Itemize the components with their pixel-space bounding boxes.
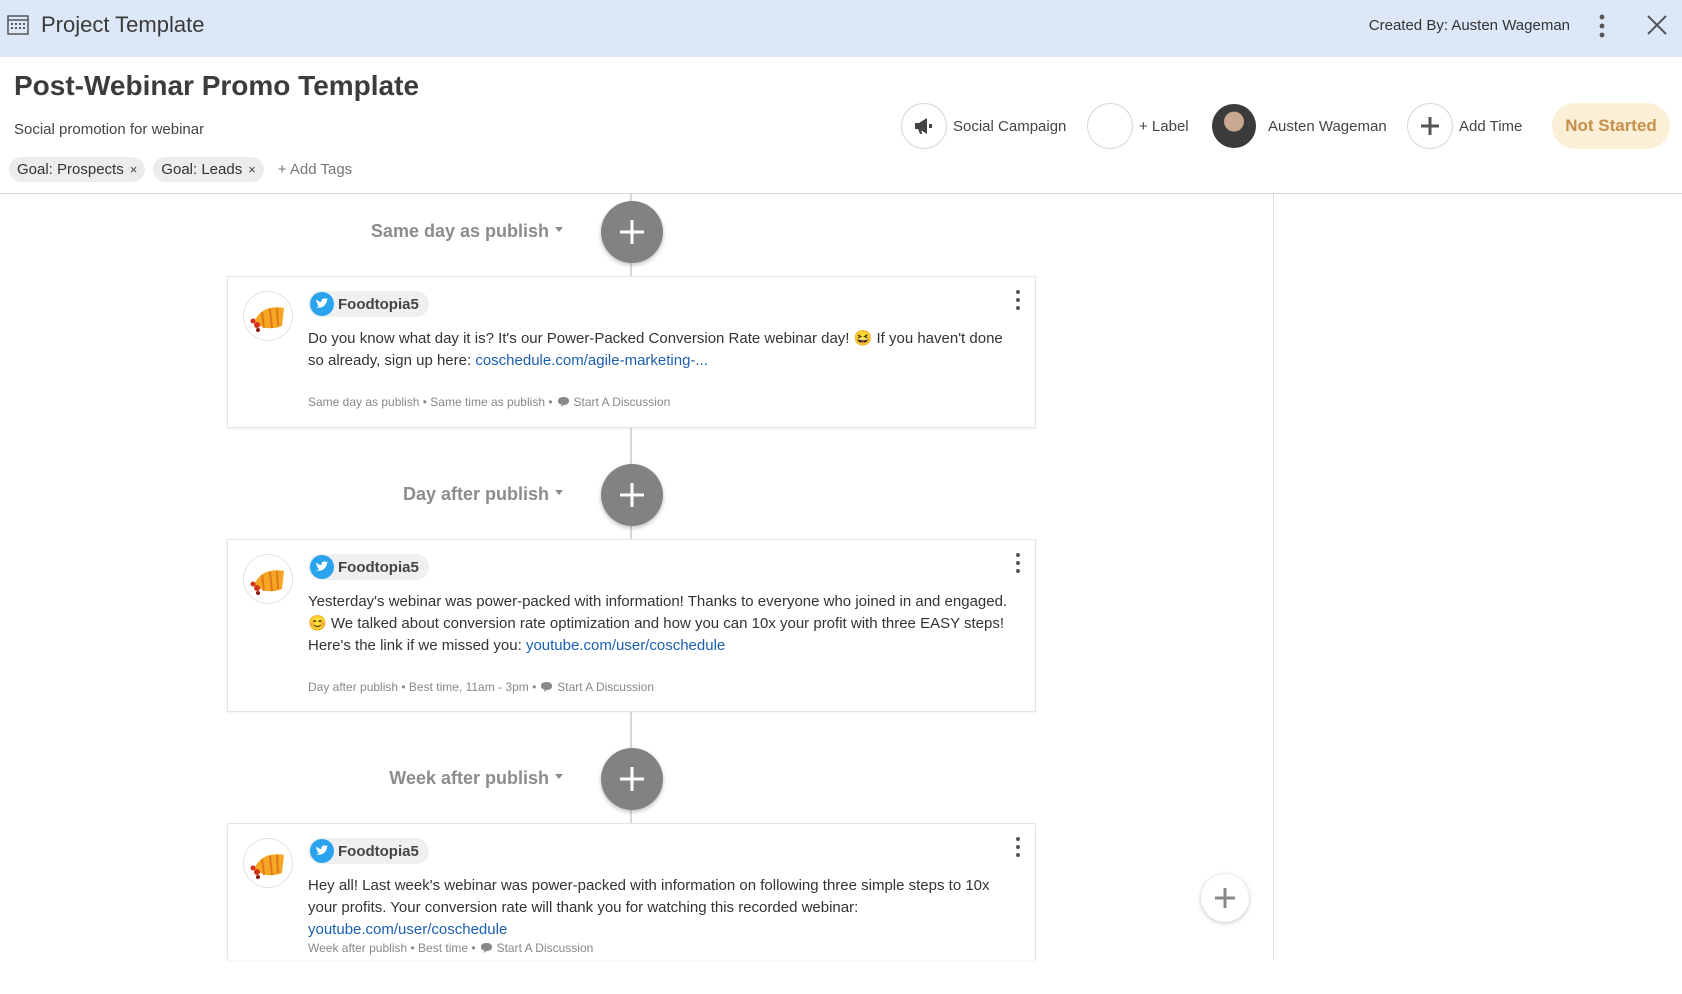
add-message-button[interactable] bbox=[601, 201, 663, 263]
more-options-icon[interactable] bbox=[1013, 836, 1023, 858]
plus-icon bbox=[620, 483, 644, 507]
project-title[interactable]: Post-Webinar Promo Template bbox=[14, 70, 419, 102]
cornucopia-logo-icon bbox=[250, 570, 284, 595]
post-link[interactable]: youtube.com/user/coschedule bbox=[526, 637, 725, 654]
tag-label: Goal: Prospects bbox=[17, 160, 124, 178]
campaign-type-label: Social Campaign bbox=[953, 117, 1067, 135]
timeline-section: Same day as publish bbox=[0, 201, 680, 265]
post-text[interactable]: Do you know what day it is? It's our Pow… bbox=[308, 328, 1018, 372]
comment-icon bbox=[480, 943, 492, 953]
add-tags-button[interactable]: + Add Tags bbox=[278, 161, 352, 178]
title-bar: Project Template Created By: Austen Wage… bbox=[0, 0, 1682, 57]
header-divider bbox=[0, 193, 1682, 194]
post-link[interactable]: youtube.com/user/coschedule bbox=[308, 921, 507, 938]
owner-button[interactable]: Austen Wageman bbox=[1212, 103, 1387, 149]
twitter-icon bbox=[310, 839, 334, 863]
timeline-section: Week after publish bbox=[0, 748, 680, 812]
section-heading-dropdown[interactable]: Week after publish bbox=[389, 768, 563, 789]
caret-down-icon bbox=[555, 227, 563, 232]
plus-icon bbox=[1215, 888, 1235, 908]
add-label-button[interactable]: + Label bbox=[1087, 103, 1189, 149]
plus-icon bbox=[1421, 117, 1439, 135]
tag-chip[interactable]: Goal: Prospects × bbox=[9, 156, 146, 182]
more-options-icon[interactable] bbox=[1013, 552, 1023, 574]
tag-chip[interactable]: Goal: Leads × bbox=[153, 156, 264, 182]
project-description[interactable]: Social promotion for webinar bbox=[14, 121, 204, 138]
post-timing: Same day as publish • Same time as publi… bbox=[308, 395, 553, 409]
post-text[interactable]: Yesterday's webinar was power-packed wit… bbox=[308, 591, 1018, 657]
cornucopia-logo-icon bbox=[250, 307, 284, 332]
start-discussion-link[interactable]: Start A Discussion bbox=[574, 395, 671, 409]
status-badge[interactable]: Not Started bbox=[1552, 103, 1670, 149]
panel-divider bbox=[1273, 194, 1274, 960]
megaphone-icon bbox=[915, 118, 932, 134]
account-name: Foodtopia5 bbox=[338, 842, 419, 860]
section-heading: Day after publish bbox=[402, 484, 549, 504]
label-color-swatch bbox=[1087, 103, 1133, 149]
add-time-label: Add Time bbox=[1459, 117, 1523, 135]
post-footer: Day after publish • Best time, 11am - 3p… bbox=[308, 680, 654, 694]
more-options-icon[interactable] bbox=[1013, 289, 1023, 311]
add-message-button[interactable] bbox=[601, 464, 663, 526]
remove-tag-icon[interactable]: × bbox=[130, 162, 138, 177]
close-icon[interactable] bbox=[1646, 14, 1668, 36]
twitter-icon bbox=[310, 555, 334, 579]
cornucopia-logo-icon bbox=[250, 854, 284, 879]
post-link[interactable]: coschedule.com/agile-marketing-... bbox=[475, 352, 708, 369]
account-name: Foodtopia5 bbox=[338, 558, 419, 576]
plus-icon bbox=[620, 767, 644, 791]
comment-icon bbox=[541, 682, 553, 692]
more-options-icon[interactable] bbox=[1592, 13, 1612, 39]
timeline-section: Day after publish bbox=[0, 464, 680, 528]
campaign-icon-circle bbox=[901, 103, 947, 149]
tag-list: Goal: Prospects × Goal: Leads × + Add Ta… bbox=[9, 156, 352, 182]
add-label-text: + Label bbox=[1139, 117, 1189, 135]
section-heading: Same day as publish bbox=[370, 221, 549, 241]
calendar-icon bbox=[7, 15, 29, 35]
add-message-button[interactable] bbox=[601, 748, 663, 810]
campaign-type-button[interactable]: Social Campaign bbox=[901, 103, 1066, 149]
created-by: Created By: Austen Wageman bbox=[1368, 17, 1570, 34]
section-heading-dropdown[interactable]: Same day as publish bbox=[371, 221, 563, 242]
window-title: Project Template bbox=[41, 12, 205, 37]
section-heading-dropdown[interactable]: Day after publish bbox=[403, 484, 563, 505]
social-post-card[interactable]: Foodtopia5 Yesterday's webinar was power… bbox=[227, 539, 1036, 712]
post-timing: Day after publish • Best time, 11am - 3p… bbox=[308, 680, 537, 694]
account-chip[interactable]: Foodtopia5 bbox=[308, 291, 429, 317]
post-text[interactable]: Hey all! Last week's webinar was power-p… bbox=[308, 875, 1018, 941]
post-footer: Week after publish • Best time • Start A… bbox=[308, 941, 593, 955]
social-post-card[interactable]: Foodtopia5 Hey all! Last week's webinar … bbox=[227, 823, 1036, 960]
start-discussion-link[interactable]: Start A Discussion bbox=[557, 680, 654, 694]
post-timing: Week after publish • Best time • bbox=[308, 941, 476, 955]
account-avatar bbox=[243, 291, 293, 341]
remove-tag-icon[interactable]: × bbox=[248, 162, 256, 177]
post-message: Hey all! Last week's webinar was power-p… bbox=[308, 877, 990, 916]
caret-down-icon bbox=[555, 774, 563, 779]
add-section-button[interactable] bbox=[1201, 874, 1249, 922]
account-name: Foodtopia5 bbox=[338, 295, 419, 313]
plus-icon bbox=[620, 220, 644, 244]
add-time-circle bbox=[1407, 103, 1453, 149]
post-footer: Same day as publish • Same time as publi… bbox=[308, 395, 670, 409]
account-chip[interactable]: Foodtopia5 bbox=[308, 838, 429, 864]
comment-icon bbox=[557, 397, 569, 407]
section-heading: Week after publish bbox=[389, 768, 549, 788]
twitter-icon bbox=[310, 292, 334, 316]
tag-label: Goal: Leads bbox=[161, 160, 243, 178]
account-avatar bbox=[243, 554, 293, 604]
social-post-card[interactable]: Foodtopia5 Do you know what day it is? I… bbox=[227, 276, 1036, 428]
account-chip[interactable]: Foodtopia5 bbox=[308, 554, 429, 580]
add-time-button[interactable]: Add Time bbox=[1407, 103, 1522, 149]
owner-name: Austen Wageman bbox=[1268, 117, 1387, 135]
start-discussion-link[interactable]: Start A Discussion bbox=[497, 941, 594, 955]
caret-down-icon bbox=[555, 490, 563, 495]
avatar bbox=[1212, 104, 1256, 148]
account-avatar bbox=[243, 838, 293, 888]
